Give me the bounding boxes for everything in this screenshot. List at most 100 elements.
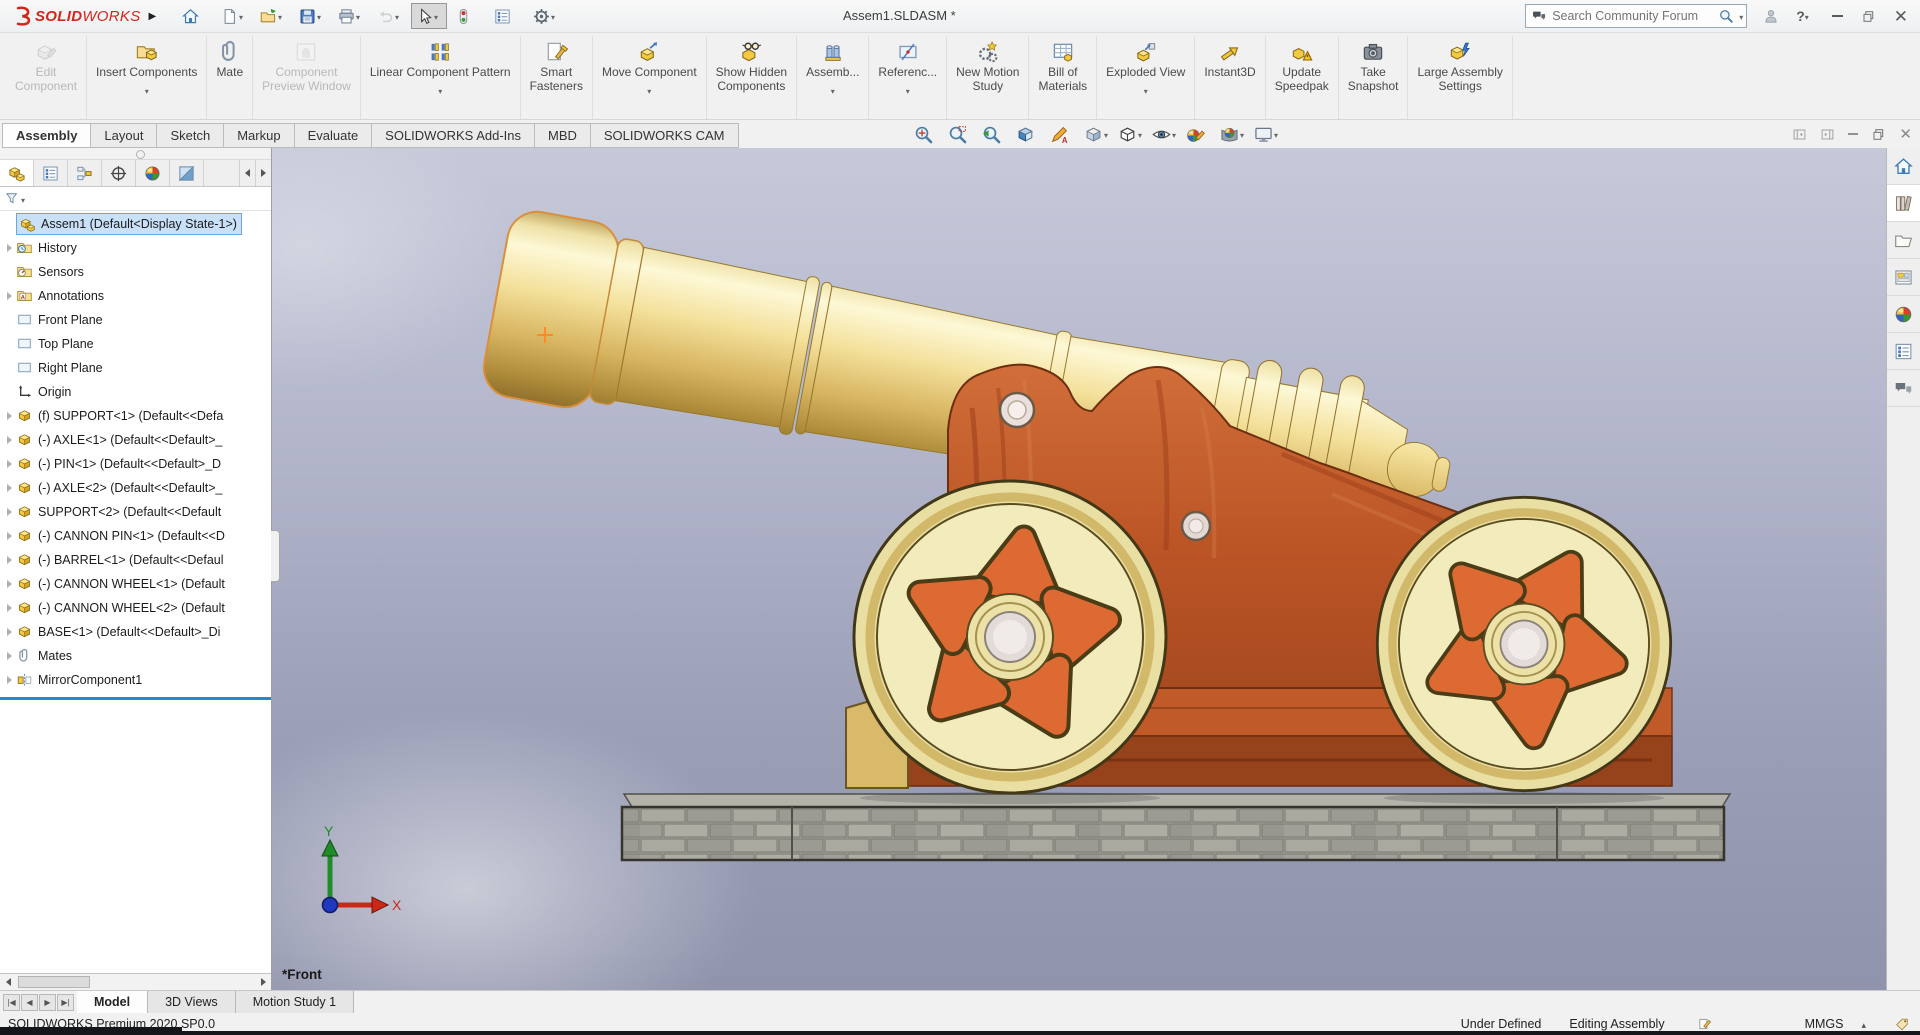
dropdown-arrow-icon[interactable] — [436, 81, 445, 99]
tree-item[interactable]: Top Plane — [0, 332, 271, 356]
collapse-right-pane-icon[interactable] — [1820, 127, 1835, 142]
tabs-scroll-right-button[interactable] — [255, 160, 271, 186]
tabs-scroll-left-button[interactable] — [239, 160, 255, 186]
custom-properties-button[interactable] — [1887, 333, 1920, 370]
panel-splitter-handle[interactable] — [0, 148, 271, 160]
close-window-button[interactable]: ✕ — [1894, 8, 1908, 25]
expand-arrow-icon[interactable] — [2, 556, 16, 564]
expand-arrow-icon[interactable] — [2, 580, 16, 588]
restore-document-button[interactable] — [1871, 127, 1886, 142]
tab-layout[interactable]: Layout — [90, 123, 158, 148]
options-button[interactable] — [489, 3, 525, 29]
tree-item[interactable]: BASE<1> (Default<<Default>_Di — [0, 620, 271, 644]
login-button[interactable] — [1762, 7, 1780, 25]
dropdown-arrow-icon[interactable] — [395, 7, 404, 25]
home-button[interactable] — [177, 3, 213, 29]
ribbon-button[interactable]: New Motion Study — [947, 36, 1030, 119]
scrollbar-thumb[interactable] — [18, 976, 90, 988]
open-button[interactable] — [255, 3, 291, 29]
dynamic-annotation-button[interactable] — [1049, 124, 1079, 145]
minimize-document-button[interactable] — [1848, 133, 1859, 135]
section-view-button[interactable] — [1015, 124, 1045, 145]
tab-solidworks-add-ins[interactable]: SOLIDWORKS Add-Ins — [371, 123, 535, 148]
filter-icon[interactable] — [4, 190, 21, 207]
dropdown-arrow-icon[interactable] — [1240, 125, 1249, 143]
unit-system-selector[interactable]: MMGS — [1805, 1017, 1844, 1031]
tab-assembly[interactable]: Assembly — [2, 123, 92, 148]
save-button[interactable] — [294, 3, 330, 29]
tree-item[interactable]: Origin — [0, 380, 271, 404]
previous-view-button[interactable] — [981, 124, 1011, 145]
expand-arrow-icon[interactable] — [2, 652, 16, 660]
design-library-button[interactable] — [1887, 185, 1920, 222]
search-scope-arrow-icon[interactable] — [1739, 7, 1743, 25]
rebuild-button[interactable] — [450, 3, 486, 29]
tab-mbd[interactable]: MBD — [534, 123, 591, 148]
dropdown-arrow-icon[interactable] — [356, 7, 365, 25]
view-palette-button[interactable] — [1887, 259, 1920, 296]
dropdown-arrow-icon[interactable] — [239, 7, 248, 25]
dropdown-arrow-icon[interactable] — [317, 7, 326, 25]
zoom-to-fit-button[interactable] — [913, 124, 943, 145]
edit-appearance-button[interactable] — [1185, 124, 1215, 145]
tree-item[interactable]: Front Plane — [0, 308, 271, 332]
tree-item[interactable]: (-) AXLE<2> (Default<<Default>_ — [0, 476, 271, 500]
dropdown-arrow-icon[interactable] — [1104, 125, 1113, 143]
first-tab-button[interactable] — [3, 993, 20, 1011]
ribbon-button[interactable]: Take Snapshot — [1339, 36, 1409, 119]
expand-arrow-icon[interactable] — [2, 604, 16, 612]
help-button[interactable]: ? — [1796, 8, 1805, 24]
undo-button[interactable] — [372, 3, 408, 29]
file-explorer-button[interactable] — [1887, 222, 1920, 259]
features-tab[interactable] — [0, 160, 34, 186]
tree-item[interactable]: Right Plane — [0, 356, 271, 380]
tab-model[interactable]: Model — [77, 991, 149, 1013]
print-button[interactable] — [333, 3, 369, 29]
ribbon-button[interactable]: Component Preview Window — [253, 36, 361, 119]
tree-item[interactable]: MirrorComponent1 — [0, 668, 271, 692]
dropdown-arrow-icon[interactable] — [142, 81, 151, 99]
expand-arrow-icon[interactable] — [2, 484, 16, 492]
scroll-left-button[interactable] — [0, 974, 16, 990]
tree-item[interactable]: Annotations — [0, 284, 271, 308]
dropdown-arrow-icon[interactable] — [1138, 125, 1147, 143]
ribbon-button[interactable]: Large Assembly Settings — [1408, 36, 1513, 119]
close-document-button[interactable]: ✕ — [1899, 125, 1912, 143]
unit-dropdown-arrow-icon[interactable] — [1861, 1017, 1866, 1031]
tree-root-item[interactable]: Assem1 (Default<Display State-1>) — [16, 213, 242, 235]
dropdown-arrow-icon[interactable] — [903, 81, 912, 99]
view-orientation-button[interactable] — [1083, 124, 1113, 145]
display-manager-tab[interactable] — [136, 160, 170, 186]
previous-tab-button[interactable] — [21, 993, 38, 1011]
next-tab-button[interactable] — [39, 993, 56, 1011]
apply-scene-button[interactable] — [1219, 124, 1249, 145]
forum-button[interactable] — [1887, 370, 1920, 407]
search-icon[interactable] — [1718, 8, 1734, 24]
ribbon-button[interactable]: Move Component — [593, 36, 707, 119]
tree-item[interactable]: (-) PIN<1> (Default<<Default>_D — [0, 452, 271, 476]
graphics-viewport[interactable]: Y X *Front — [272, 148, 1886, 990]
tab-motion-study-1[interactable]: Motion Study 1 — [235, 991, 355, 1013]
tree-item[interactable]: (-) CANNON WHEEL<1> (Default — [0, 572, 271, 596]
dropdown-arrow-icon[interactable] — [828, 81, 837, 99]
dimxpert-manager-tab[interactable] — [102, 160, 136, 186]
tree-item[interactable]: History — [0, 236, 271, 260]
tag-icon[interactable] — [1894, 1016, 1910, 1032]
tree-item[interactable]: Mates — [0, 644, 271, 668]
ribbon-button[interactable]: Edit Component — [6, 36, 88, 119]
restore-window-button[interactable] — [1861, 9, 1876, 24]
dropdown-arrow-icon[interactable] — [1274, 125, 1283, 143]
tree-item[interactable]: (-) CANNON PIN<1> (Default<<D — [0, 524, 271, 548]
tab-3d-views[interactable]: 3D Views — [148, 991, 236, 1013]
dropdown-arrow-icon[interactable] — [434, 7, 443, 25]
tab-solidworks-cam[interactable]: SOLIDWORKS CAM — [589, 123, 739, 148]
expand-arrow-icon[interactable] — [2, 436, 16, 444]
tree-item[interactable]: (-) BARREL<1> (Default<<Defaul — [0, 548, 271, 572]
zoom-to-area-button[interactable] — [947, 124, 977, 145]
ribbon-button[interactable]: Referenc... — [869, 36, 948, 119]
ribbon-button[interactable]: Update Speedpak — [1266, 36, 1339, 119]
last-tab-button[interactable] — [57, 993, 74, 1011]
expand-arrow-icon[interactable] — [2, 676, 16, 684]
tree-item[interactable]: (f) SUPPORT<1> (Default<<Defa — [0, 404, 271, 428]
display-style-button[interactable] — [1117, 124, 1147, 145]
